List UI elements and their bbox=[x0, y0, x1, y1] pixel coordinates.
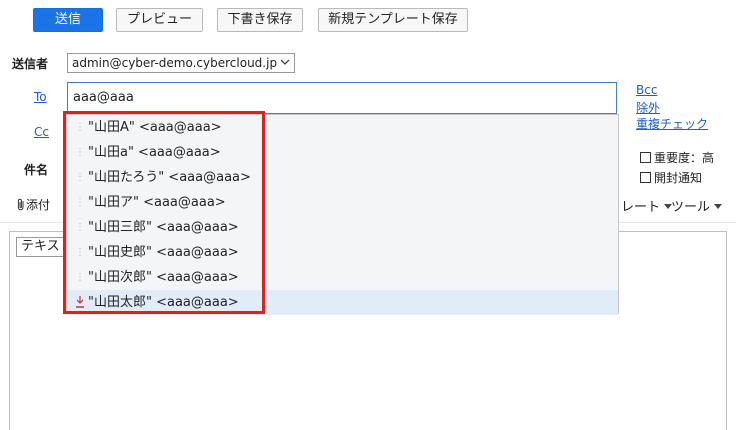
template-menu[interactable]: レート bbox=[621, 196, 673, 215]
tools-menu[interactable]: ツール bbox=[671, 196, 723, 215]
subject-label: 件名 bbox=[24, 163, 49, 177]
to-input[interactable]: aaa@aaa bbox=[67, 82, 617, 114]
attach-label: 添付 bbox=[26, 198, 51, 212]
read-receipt-label: 開封通知 bbox=[654, 171, 703, 185]
sender-label: 送信者 bbox=[12, 57, 49, 71]
paperclip-icon bbox=[17, 198, 24, 211]
importance-label: 重要度：高 bbox=[654, 151, 715, 165]
format-select[interactable]: テキス bbox=[16, 237, 64, 257]
sender-select[interactable]: admin@cyber-demo.cybercloud.jp bbox=[67, 53, 295, 73]
to-input-value: aaa@aaa bbox=[73, 90, 134, 105]
save-draft-button[interactable]: 下書き保存 bbox=[217, 8, 303, 32]
importance-option[interactable]: 重要度：高 bbox=[640, 150, 714, 166]
attach-button[interactable]: 添付 bbox=[16, 196, 50, 213]
importance-checkbox[interactable] bbox=[640, 152, 651, 163]
caret-down-icon bbox=[714, 204, 723, 209]
to-link[interactable]: To bbox=[34, 90, 47, 104]
sender-value: admin@cyber-demo.cybercloud.jp bbox=[72, 56, 278, 70]
duplicate-check-link[interactable]: 重複チェック bbox=[636, 115, 708, 132]
cc-link[interactable]: Cc bbox=[34, 125, 49, 139]
format-select-value: テキス bbox=[21, 239, 60, 254]
tools-menu-label: ツール bbox=[671, 200, 711, 215]
send-button[interactable]: 送信 bbox=[33, 8, 103, 32]
highlight-box bbox=[63, 111, 265, 314]
chevron-down-icon bbox=[280, 59, 290, 65]
preview-button[interactable]: プレビュー bbox=[116, 8, 203, 32]
read-receipt-option[interactable]: 開封通知 bbox=[640, 170, 702, 186]
exclude-link[interactable]: 除外 bbox=[636, 99, 660, 116]
bcc-link[interactable]: Bcc bbox=[636, 83, 657, 97]
save-template-button[interactable]: 新規テンプレート保存 bbox=[318, 8, 468, 32]
read-receipt-checkbox[interactable] bbox=[640, 172, 651, 183]
template-menu-label: レート bbox=[621, 200, 661, 215]
